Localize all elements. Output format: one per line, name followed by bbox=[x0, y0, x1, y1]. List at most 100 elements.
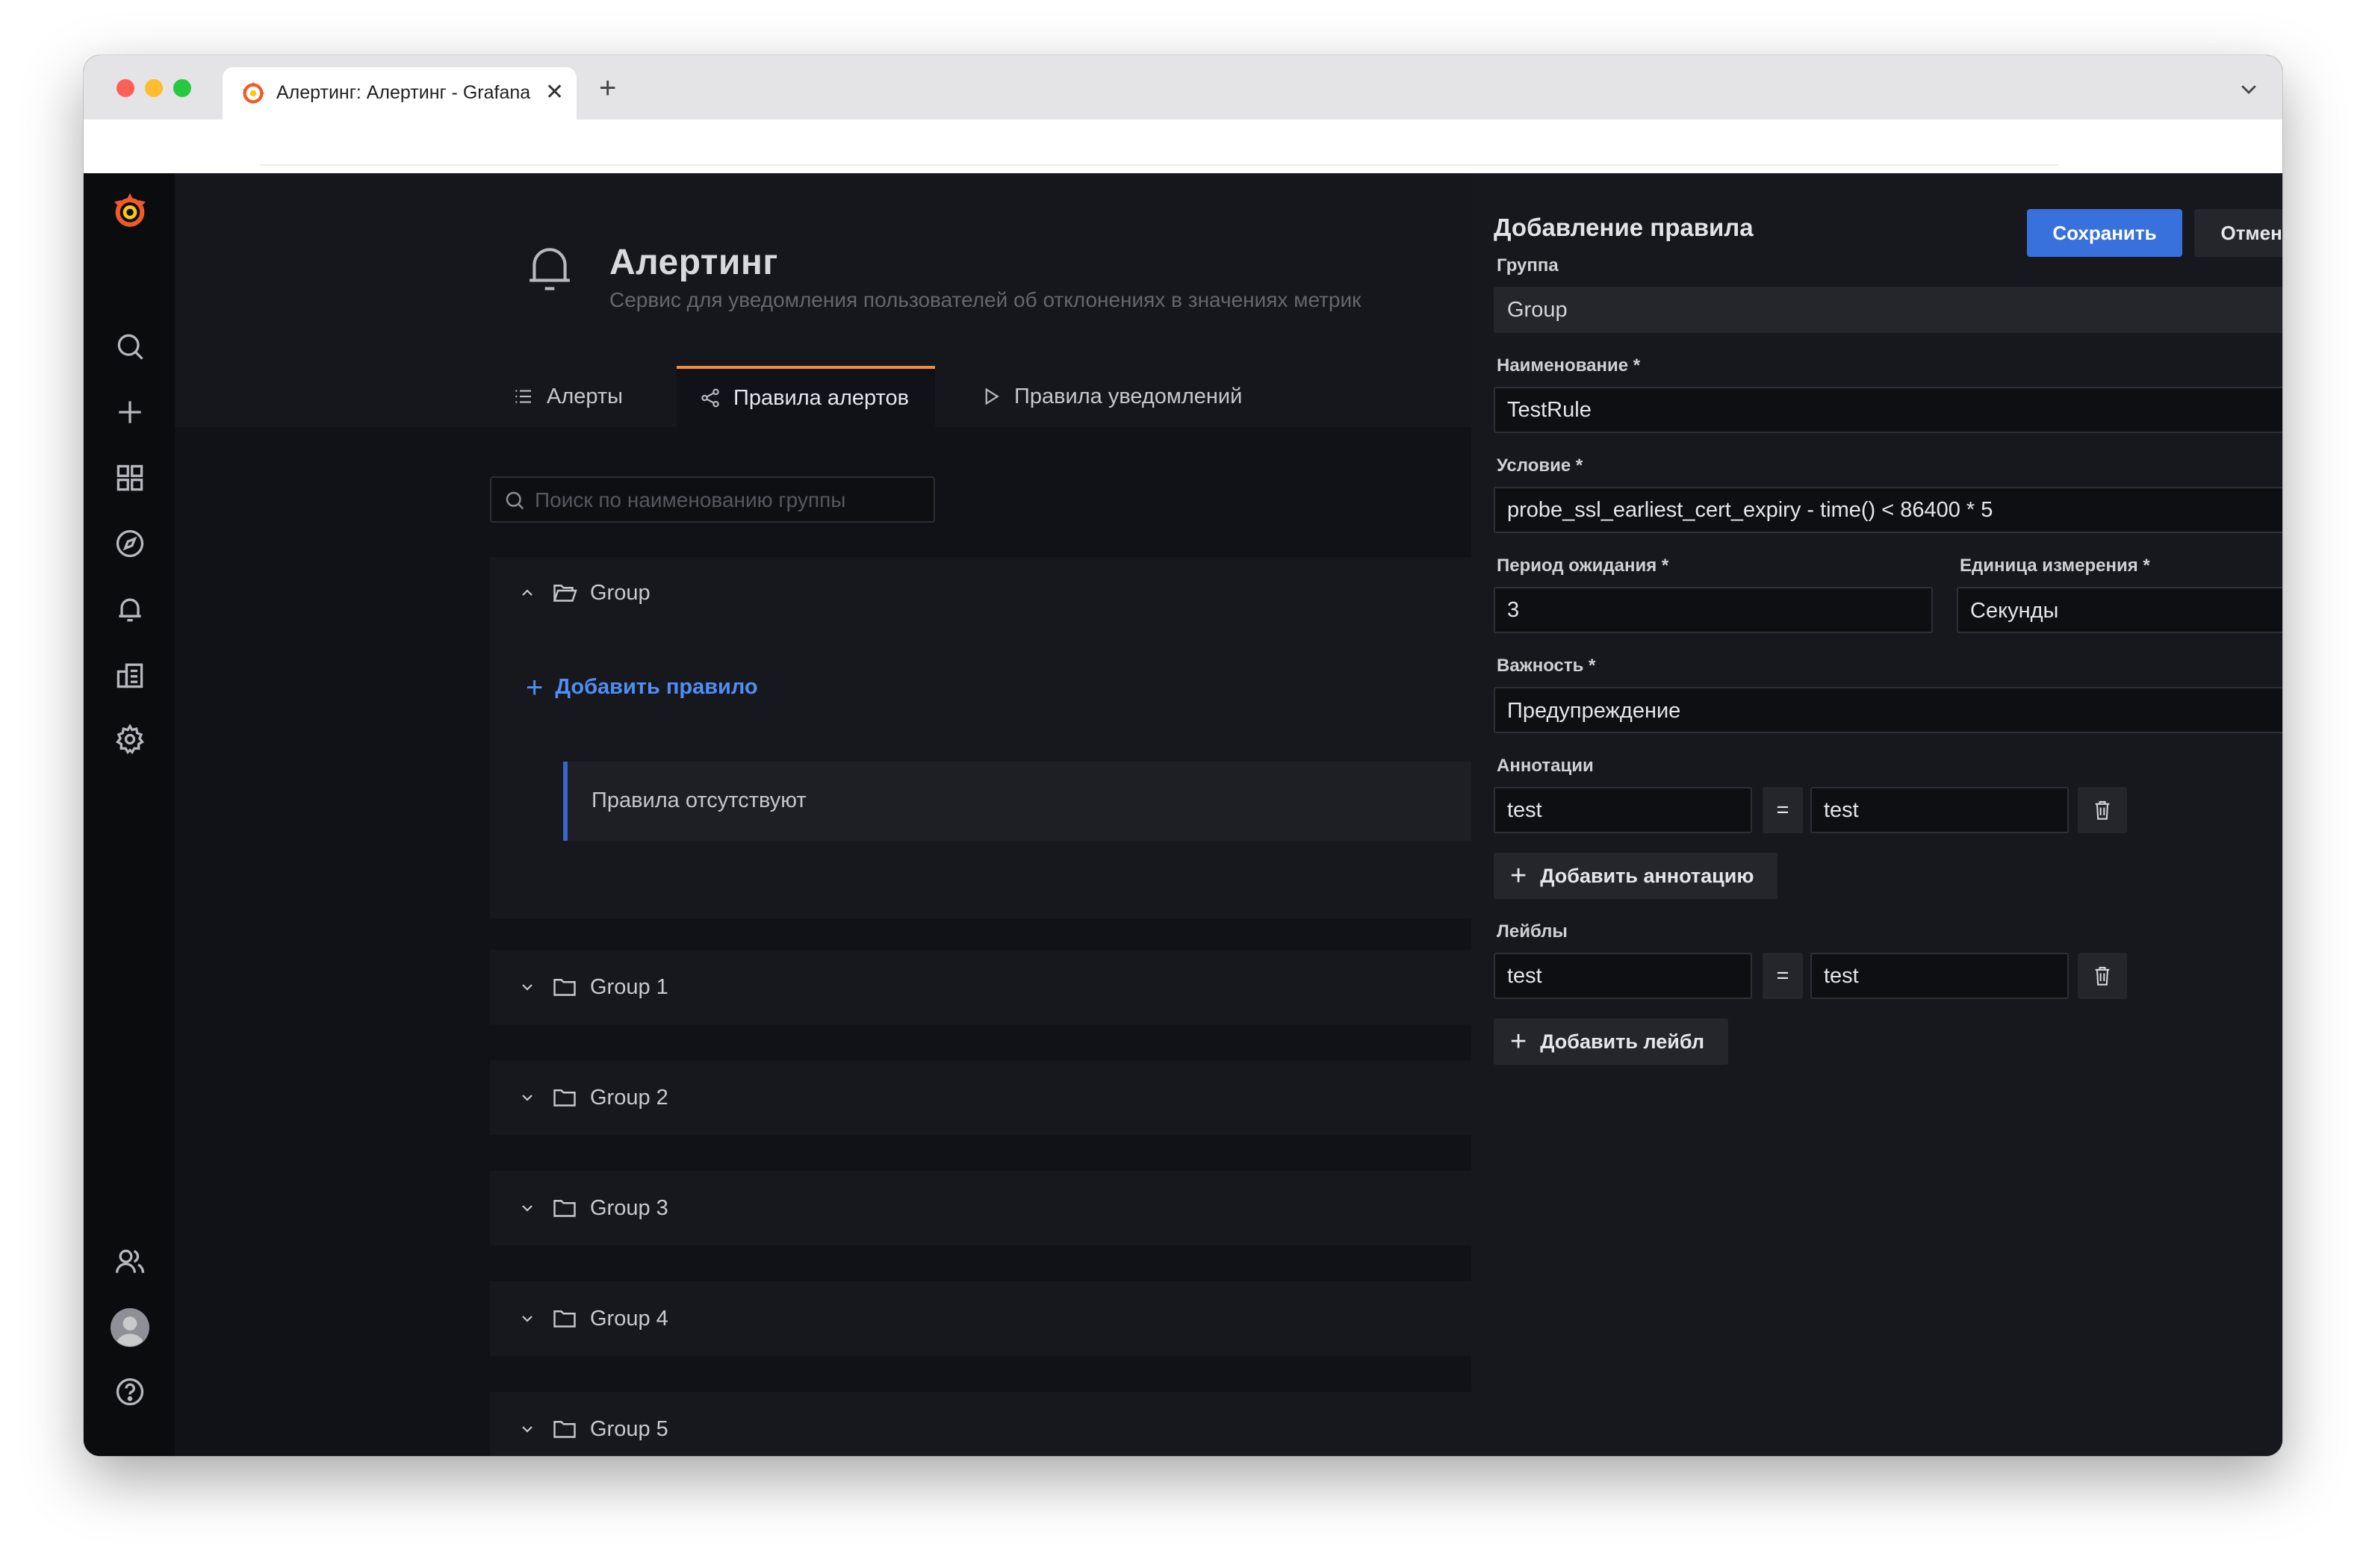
group-panel[interactable]: Group 3 bbox=[490, 1171, 1471, 1245]
drawer-title: Добавление правила bbox=[1494, 214, 1754, 241]
browser-tab-title: Алертинг: Алертинг - Grafana bbox=[276, 82, 531, 103]
severity-select[interactable]: Предупреждение bbox=[1494, 687, 2282, 733]
cancel-button[interactable]: Отменить bbox=[2194, 209, 2282, 257]
equals-sign: = bbox=[1763, 787, 1803, 833]
unit-label: Единица измерения * bbox=[1960, 556, 2150, 576]
chevron-down-icon[interactable] bbox=[2238, 78, 2260, 100]
users-icon[interactable] bbox=[114, 1245, 146, 1278]
add-annotation-button[interactable]: + Добавить аннотацию bbox=[1494, 853, 1778, 899]
annotation-value-field[interactable] bbox=[1810, 787, 2069, 833]
group-label: Группа bbox=[1497, 255, 1559, 276]
group-panel[interactable]: Group 5 bbox=[490, 1392, 1471, 1456]
chevron-up-icon[interactable] bbox=[518, 584, 536, 602]
group-header[interactable]: Group bbox=[490, 557, 1471, 629]
page-header: Алертинг Сервис для уведомления пользова… bbox=[175, 173, 1471, 427]
name-label: Наименование * bbox=[1497, 355, 1641, 376]
plus-icon[interactable] bbox=[114, 396, 146, 429]
add-label-label: Добавить лейбл bbox=[1540, 1030, 1705, 1053]
plus-icon: + bbox=[526, 671, 544, 704]
group-panel[interactable]: Group 2 bbox=[490, 1060, 1471, 1135]
group-search bbox=[490, 476, 935, 523]
chevron-down-icon[interactable] bbox=[518, 978, 536, 996]
page-title: Алертинг bbox=[609, 243, 778, 282]
browser-tab[interactable]: Алертинг: Алертинг - Grafana ✕ bbox=[223, 67, 577, 119]
chevron-down-icon[interactable] bbox=[518, 1199, 536, 1217]
list-icon bbox=[515, 390, 531, 403]
main-content: Алертинг Сервис для уведомления пользова… bbox=[175, 173, 1471, 1456]
reports-icon[interactable] bbox=[114, 659, 146, 691]
explore-icon[interactable] bbox=[114, 527, 146, 560]
add-rule-link[interactable]: + Добавить правило bbox=[526, 671, 758, 704]
group-panel[interactable]: Group 1 bbox=[490, 950, 1471, 1024]
bell-icon bbox=[530, 248, 570, 290]
annotation-key-field[interactable] bbox=[1494, 787, 1752, 833]
unit-value: Секунды bbox=[1970, 599, 2059, 623]
tab-notification-rules[interactable]: Правила уведомлений bbox=[980, 366, 1242, 427]
tab-label: Правила алертов bbox=[733, 385, 909, 410]
tab-alert-rules[interactable]: Правила алертов bbox=[677, 366, 935, 427]
severity-value: Предупреждение bbox=[1507, 699, 1681, 723]
side-nav bbox=[84, 173, 175, 1456]
group-search-input[interactable] bbox=[533, 478, 925, 523]
bell-icon[interactable] bbox=[114, 593, 146, 626]
toolbar-divider bbox=[260, 164, 2058, 166]
group-name: Group 2 bbox=[590, 1086, 668, 1110]
group-name: Group bbox=[590, 581, 651, 605]
group-name: Group 4 bbox=[590, 1307, 668, 1331]
group-panel[interactable]: Group 4 bbox=[490, 1281, 1471, 1356]
label-key-field[interactable] bbox=[1494, 953, 1752, 999]
chevron-down-icon[interactable] bbox=[518, 1310, 536, 1328]
add-rule-label: Добавить правило bbox=[555, 675, 758, 699]
dashboards-icon[interactable] bbox=[114, 461, 146, 494]
browser-tabbar: Алертинг: Алертинг - Grafana ✕ + bbox=[84, 55, 2282, 119]
add-label-button[interactable]: + Добавить лейбл bbox=[1494, 1018, 1729, 1065]
rule-name-field[interactable] bbox=[1494, 387, 2282, 433]
folder-icon bbox=[553, 1089, 576, 1107]
unit-select[interactable]: Секунды bbox=[1957, 587, 2282, 633]
equals-sign: = bbox=[1763, 953, 1803, 999]
tab-alerts[interactable]: Алерты bbox=[512, 366, 623, 427]
tab-label: Правила уведомлений bbox=[1014, 384, 1243, 408]
delete-label-button[interactable] bbox=[2078, 953, 2127, 999]
search-icon bbox=[506, 491, 524, 510]
new-tab-button[interactable]: + bbox=[599, 73, 616, 103]
grafana-app: Алертинг Сервис для уведомления пользова… bbox=[84, 173, 2282, 1456]
folder-icon bbox=[553, 1310, 576, 1328]
browser-toolbar bbox=[84, 119, 2282, 173]
save-button[interactable]: Сохранить bbox=[2027, 209, 2182, 257]
maximize-window-button[interactable] bbox=[173, 79, 191, 97]
condition-field[interactable] bbox=[1494, 487, 2282, 533]
grafana-favicon-icon bbox=[242, 81, 265, 104]
plus-icon: + bbox=[1510, 860, 1527, 892]
minimize-window-button[interactable] bbox=[145, 79, 163, 97]
chevron-down-icon[interactable] bbox=[518, 1420, 536, 1438]
grafana-logo-icon[interactable] bbox=[109, 190, 151, 231]
folder-open-icon bbox=[553, 585, 577, 602]
group-field[interactable] bbox=[1494, 287, 2282, 333]
tab-label: Алерты bbox=[547, 384, 624, 408]
labels-label: Лейблы bbox=[1497, 921, 1568, 942]
condition-label: Условие * bbox=[1497, 455, 1583, 476]
play-icon bbox=[985, 388, 999, 405]
plus-icon: + bbox=[1510, 1026, 1527, 1057]
close-tab-icon[interactable]: ✕ bbox=[545, 79, 564, 105]
delete-annotation-button[interactable] bbox=[2078, 787, 2127, 833]
search-icon[interactable] bbox=[114, 330, 146, 363]
annotations-label: Аннотации bbox=[1497, 756, 1594, 776]
folder-icon bbox=[553, 1421, 576, 1438]
label-value-field[interactable] bbox=[1810, 953, 2069, 999]
close-window-button[interactable] bbox=[117, 79, 134, 97]
gear-icon[interactable] bbox=[114, 723, 146, 756]
add-rule-drawer: Добавление правила Сохранить Отменить Гр… bbox=[1471, 173, 2282, 1456]
group-name: Group 5 bbox=[590, 1417, 668, 1441]
group-panel: Group + Добавить правило Правила отсутст… bbox=[490, 557, 1471, 918]
trash-icon bbox=[2095, 800, 2110, 820]
wait-period-field[interactable] bbox=[1494, 587, 1933, 633]
wait-period-label: Период ожидания * bbox=[1497, 556, 1669, 576]
avatar[interactable] bbox=[111, 1308, 149, 1347]
help-icon[interactable] bbox=[114, 1375, 146, 1408]
severity-label: Важность * bbox=[1497, 656, 1596, 676]
share-icon bbox=[701, 388, 719, 408]
group-name: Group 1 bbox=[590, 975, 668, 999]
chevron-down-icon[interactable] bbox=[518, 1089, 536, 1107]
